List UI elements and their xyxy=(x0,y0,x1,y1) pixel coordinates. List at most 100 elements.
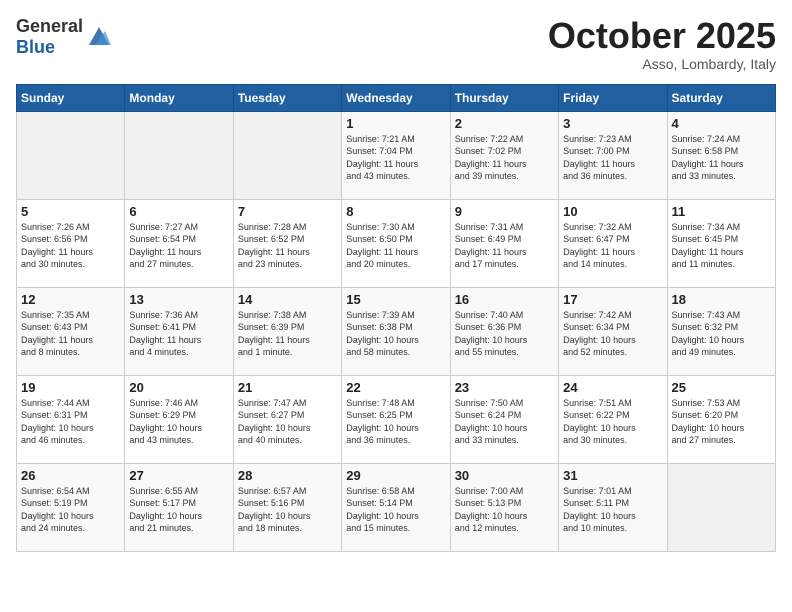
calendar-cell: 10 Sunrise: 7:32 AM Sunset: 6:47 PM Dayli… xyxy=(559,199,667,287)
calendar-cell: 14Sunrise: 7:38 AM Sunset: 6:39 PM Dayli… xyxy=(233,287,341,375)
calendar-cell xyxy=(667,463,775,551)
day-info: Sunrise: 6:55 AM Sunset: 5:17 PM Dayligh… xyxy=(129,485,228,535)
day-number: 8 xyxy=(346,204,445,219)
day-number: 24 xyxy=(563,380,662,395)
day-number: 7 xyxy=(238,204,337,219)
day-number: 4 xyxy=(672,116,771,131)
day-info: Sunrise: 7:34 AM Sunset: 6:45 PM Dayligh… xyxy=(672,221,771,271)
calendar-week-row: 12Sunrise: 7:35 AM Sunset: 6:43 PM Dayli… xyxy=(17,287,776,375)
day-of-week-header: Thursday xyxy=(450,84,558,111)
calendar-cell: 27 Sunrise: 6:55 AM Sunset: 5:17 PM Dayli… xyxy=(125,463,233,551)
calendar-cell: 22 Sunrise: 7:48 AM Sunset: 6:25 PM Dayli… xyxy=(342,375,450,463)
calendar-cell: 20 Sunrise: 7:46 AM Sunset: 6:29 PM Dayli… xyxy=(125,375,233,463)
day-of-week-header: Sunday xyxy=(17,84,125,111)
day-info: Sunrise: 7:27 AM Sunset: 6:54 PM Dayligh… xyxy=(129,221,228,271)
calendar-cell: 2Sunrise: 7:22 AM Sunset: 7:02 PM Daylig… xyxy=(450,111,558,199)
calendar-cell: 8Sunrise: 7:30 AM Sunset: 6:50 PM Daylig… xyxy=(342,199,450,287)
day-info: Sunrise: 7:23 AM Sunset: 7:00 PM Dayligh… xyxy=(563,133,662,183)
calendar-cell xyxy=(125,111,233,199)
day-number: 28 xyxy=(238,468,337,483)
location: Asso, Lombardy, Italy xyxy=(548,56,776,72)
logo: General Blue xyxy=(16,16,113,58)
title-block: October 2025 Asso, Lombardy, Italy xyxy=(548,16,776,72)
day-info: Sunrise: 7:22 AM Sunset: 7:02 PM Dayligh… xyxy=(455,133,554,183)
day-info: Sunrise: 7:48 AM Sunset: 6:25 PM Dayligh… xyxy=(346,397,445,447)
day-of-week-header: Saturday xyxy=(667,84,775,111)
day-info: Sunrise: 7:51 AM Sunset: 6:22 PM Dayligh… xyxy=(563,397,662,447)
calendar-cell: 7 Sunrise: 7:28 AM Sunset: 6:52 PM Daylig… xyxy=(233,199,341,287)
calendar-cell: 3Sunrise: 7:23 AM Sunset: 7:00 PM Daylig… xyxy=(559,111,667,199)
day-number: 22 xyxy=(346,380,445,395)
day-info: Sunrise: 7:50 AM Sunset: 6:24 PM Dayligh… xyxy=(455,397,554,447)
day-number: 25 xyxy=(672,380,771,395)
day-info: Sunrise: 7:43 AM Sunset: 6:32 PM Dayligh… xyxy=(672,309,771,359)
day-number: 12 xyxy=(21,292,120,307)
month-title: October 2025 xyxy=(548,16,776,56)
day-info: Sunrise: 7:24 AM Sunset: 6:58 PM Dayligh… xyxy=(672,133,771,183)
day-info: Sunrise: 7:46 AM Sunset: 6:29 PM Dayligh… xyxy=(129,397,228,447)
calendar-cell: 29Sunrise: 6:58 AM Sunset: 5:14 PM Dayli… xyxy=(342,463,450,551)
calendar-cell: 31Sunrise: 7:01 AM Sunset: 5:11 PM Dayli… xyxy=(559,463,667,551)
calendar-cell: 1 Sunrise: 7:21 AM Sunset: 7:04 PM Daylig… xyxy=(342,111,450,199)
day-info: Sunrise: 7:40 AM Sunset: 6:36 PM Dayligh… xyxy=(455,309,554,359)
calendar-cell xyxy=(233,111,341,199)
day-number: 5 xyxy=(21,204,120,219)
day-number: 13 xyxy=(129,292,228,307)
day-of-week-header: Tuesday xyxy=(233,84,341,111)
page-header: General Blue October 2025 Asso, Lombardy… xyxy=(16,16,776,72)
day-info: Sunrise: 7:28 AM Sunset: 6:52 PM Dayligh… xyxy=(238,221,337,271)
day-number: 27 xyxy=(129,468,228,483)
day-info: Sunrise: 7:42 AM Sunset: 6:34 PM Dayligh… xyxy=(563,309,662,359)
day-info: Sunrise: 7:53 AM Sunset: 6:20 PM Dayligh… xyxy=(672,397,771,447)
day-number: 10 xyxy=(563,204,662,219)
calendar-cell: 6 Sunrise: 7:27 AM Sunset: 6:54 PM Daylig… xyxy=(125,199,233,287)
day-info: Sunrise: 6:57 AM Sunset: 5:16 PM Dayligh… xyxy=(238,485,337,535)
day-info: Sunrise: 6:58 AM Sunset: 5:14 PM Dayligh… xyxy=(346,485,445,535)
day-of-week-header: Wednesday xyxy=(342,84,450,111)
calendar-cell: 18 Sunrise: 7:43 AM Sunset: 6:32 PM Dayli… xyxy=(667,287,775,375)
day-number: 30 xyxy=(455,468,554,483)
day-number: 6 xyxy=(129,204,228,219)
day-number: 23 xyxy=(455,380,554,395)
day-info: Sunrise: 7:36 AM Sunset: 6:41 PM Dayligh… xyxy=(129,309,228,359)
day-info: Sunrise: 7:32 AM Sunset: 6:47 PM Dayligh… xyxy=(563,221,662,271)
day-number: 18 xyxy=(672,292,771,307)
logo-icon xyxy=(85,23,113,51)
calendar-cell xyxy=(17,111,125,199)
day-number: 17 xyxy=(563,292,662,307)
day-number: 9 xyxy=(455,204,554,219)
calendar-week-row: 26 Sunrise: 6:54 AM Sunset: 5:19 PM Dayli… xyxy=(17,463,776,551)
day-info: Sunrise: 7:21 AM Sunset: 7:04 PM Dayligh… xyxy=(346,133,445,183)
logo-blue: Blue xyxy=(16,37,55,57)
calendar-week-row: 1 Sunrise: 7:21 AM Sunset: 7:04 PM Daylig… xyxy=(17,111,776,199)
calendar-cell: 26 Sunrise: 6:54 AM Sunset: 5:19 PM Dayli… xyxy=(17,463,125,551)
day-info: Sunrise: 7:39 AM Sunset: 6:38 PM Dayligh… xyxy=(346,309,445,359)
day-number: 1 xyxy=(346,116,445,131)
calendar-cell: 21 Sunrise: 7:47 AM Sunset: 6:27 PM Dayli… xyxy=(233,375,341,463)
day-info: Sunrise: 7:26 AM Sunset: 6:56 PM Dayligh… xyxy=(21,221,120,271)
calendar-cell: 13 Sunrise: 7:36 AM Sunset: 6:41 PM Dayli… xyxy=(125,287,233,375)
calendar-cell: 17 Sunrise: 7:42 AM Sunset: 6:34 PM Dayli… xyxy=(559,287,667,375)
day-number: 20 xyxy=(129,380,228,395)
calendar-cell: 24 Sunrise: 7:51 AM Sunset: 6:22 PM Dayli… xyxy=(559,375,667,463)
day-info: Sunrise: 7:47 AM Sunset: 6:27 PM Dayligh… xyxy=(238,397,337,447)
calendar-cell: 23 Sunrise: 7:50 AM Sunset: 6:24 PM Dayli… xyxy=(450,375,558,463)
calendar-cell: 16 Sunrise: 7:40 AM Sunset: 6:36 PM Dayli… xyxy=(450,287,558,375)
day-number: 21 xyxy=(238,380,337,395)
calendar-cell: 28 Sunrise: 6:57 AM Sunset: 5:16 PM Dayli… xyxy=(233,463,341,551)
calendar-cell: 4 Sunrise: 7:24 AM Sunset: 6:58 PM Daylig… xyxy=(667,111,775,199)
day-info: Sunrise: 7:44 AM Sunset: 6:31 PM Dayligh… xyxy=(21,397,120,447)
day-number: 16 xyxy=(455,292,554,307)
day-number: 26 xyxy=(21,468,120,483)
day-number: 19 xyxy=(21,380,120,395)
day-of-week-header: Monday xyxy=(125,84,233,111)
calendar-cell: 30Sunrise: 7:00 AM Sunset: 5:13 PM Dayli… xyxy=(450,463,558,551)
day-info: Sunrise: 6:54 AM Sunset: 5:19 PM Dayligh… xyxy=(21,485,120,535)
days-header-row: SundayMondayTuesdayWednesdayThursdayFrid… xyxy=(17,84,776,111)
calendar-week-row: 19 Sunrise: 7:44 AM Sunset: 6:31 PM Dayli… xyxy=(17,375,776,463)
calendar-cell: 5 Sunrise: 7:26 AM Sunset: 6:56 PM Daylig… xyxy=(17,199,125,287)
calendar-cell: 19 Sunrise: 7:44 AM Sunset: 6:31 PM Dayli… xyxy=(17,375,125,463)
calendar-cell: 25 Sunrise: 7:53 AM Sunset: 6:20 PM Dayli… xyxy=(667,375,775,463)
calendar-cell: 11Sunrise: 7:34 AM Sunset: 6:45 PM Dayli… xyxy=(667,199,775,287)
logo-text: General Blue xyxy=(16,16,83,58)
